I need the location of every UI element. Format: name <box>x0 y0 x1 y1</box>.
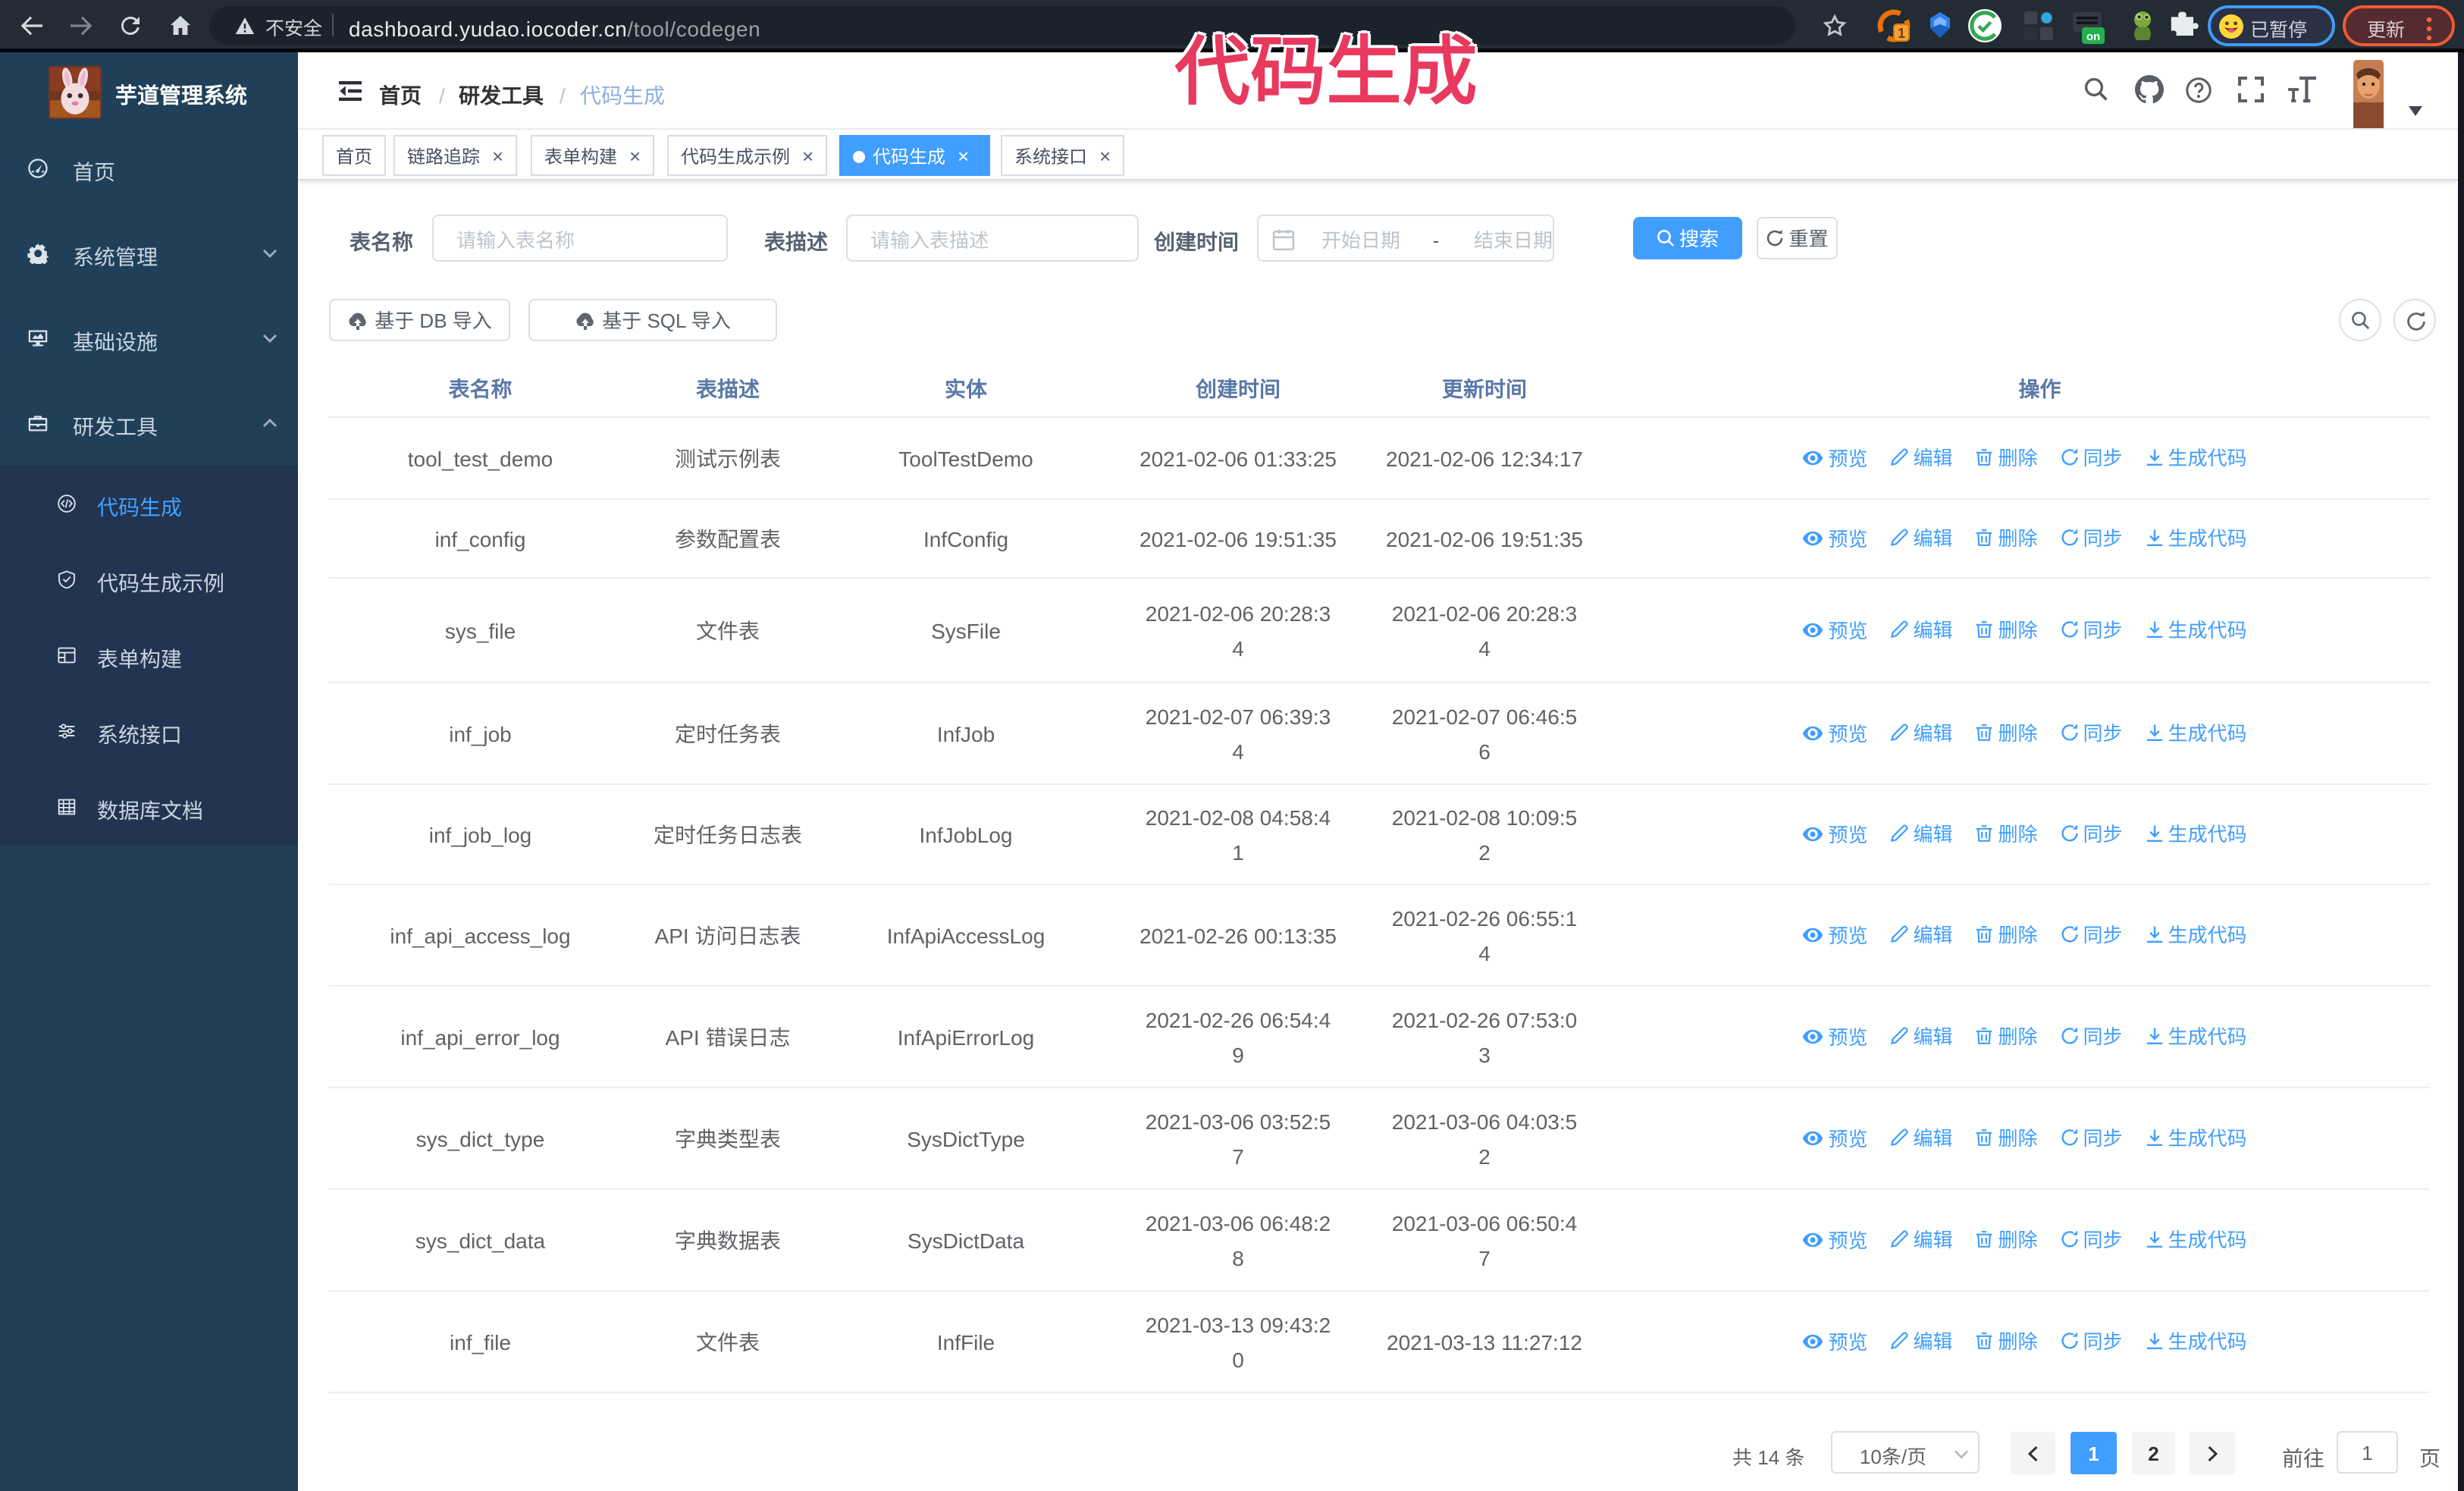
svg-text:on: on <box>2086 28 2100 44</box>
svg-text:1: 1 <box>1898 23 1905 42</box>
